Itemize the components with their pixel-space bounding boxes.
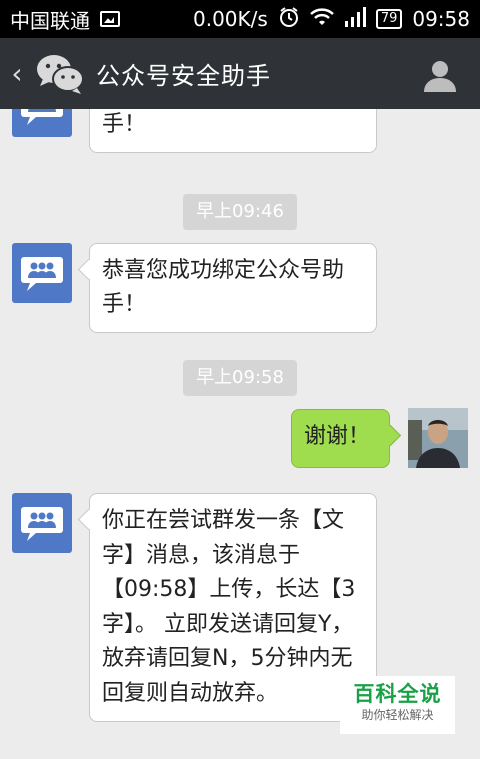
wifi-icon xyxy=(309,7,334,32)
timestamp: 早上09:46 xyxy=(183,194,297,230)
message-bubble[interactable]: 你正在尝试群发一条【文字】消息，该消息于【09:58】上传，长达【3字】。 立即… xyxy=(89,493,377,722)
back-button[interactable]: ‹ xyxy=(0,57,34,90)
watermark-title: 百科全说 xyxy=(353,682,442,706)
alarm-icon xyxy=(278,6,300,33)
clock: 09:58 xyxy=(412,7,470,31)
image-notification-icon xyxy=(100,11,120,27)
message-text: 恭喜您成功绑定公众号助手！ xyxy=(102,258,345,317)
account-avatar[interactable] xyxy=(12,493,72,553)
my-avatar[interactable] xyxy=(408,408,468,468)
account-avatar[interactable] xyxy=(12,243,72,303)
message-text: 谢谢！ xyxy=(304,424,371,449)
signal-icon xyxy=(344,6,366,32)
profile-button[interactable] xyxy=(422,58,458,94)
network-speed: 0.00K/s xyxy=(193,7,268,31)
battery-indicator: 79 xyxy=(375,9,403,29)
person-icon[interactable] xyxy=(422,58,458,94)
group-avatar-icon xyxy=(21,109,63,125)
watermark-logo: 百科全说 助你轻松解决 xyxy=(340,676,455,734)
watermark-subtitle: 助你轻松解决 xyxy=(361,708,434,722)
message-bubble[interactable]: 恭喜您成功绑定公众号助手！ xyxy=(89,109,377,153)
chat-titlebar: ‹ 公众号安全助手 xyxy=(0,38,480,109)
group-avatar-icon xyxy=(21,257,63,291)
chevron-left-icon[interactable]: ‹ xyxy=(11,57,22,90)
timestamp: 早上09:58 xyxy=(183,360,297,396)
user-photo xyxy=(408,408,468,468)
wechat-icon xyxy=(34,52,86,96)
group-avatar-icon xyxy=(21,507,63,541)
my-message-bubble[interactable]: 谢谢！ xyxy=(291,409,390,468)
message-text: 恭喜您成功绑定公众号助手！ xyxy=(102,112,147,137)
account-avatar[interactable] xyxy=(12,109,72,137)
chat-title: 公众号安全助手 xyxy=(96,62,271,90)
chat-list[interactable]: 恭喜您成功绑定公众号助手！ 早上09:46 恭喜您成功绑定公众号助手！ 早上09… xyxy=(0,109,480,759)
message-bubble[interactable]: 恭喜您成功绑定公众号助手！ xyxy=(89,243,377,333)
message-text: 你正在尝试群发一条【文字】消息，该消息于【09:58】上传，长达【3字】。 立即… xyxy=(102,508,356,706)
carrier-label: 中国联通 xyxy=(10,8,90,33)
status-bar: 中国联通 0.00K/s 79 09:58 xyxy=(0,0,480,38)
